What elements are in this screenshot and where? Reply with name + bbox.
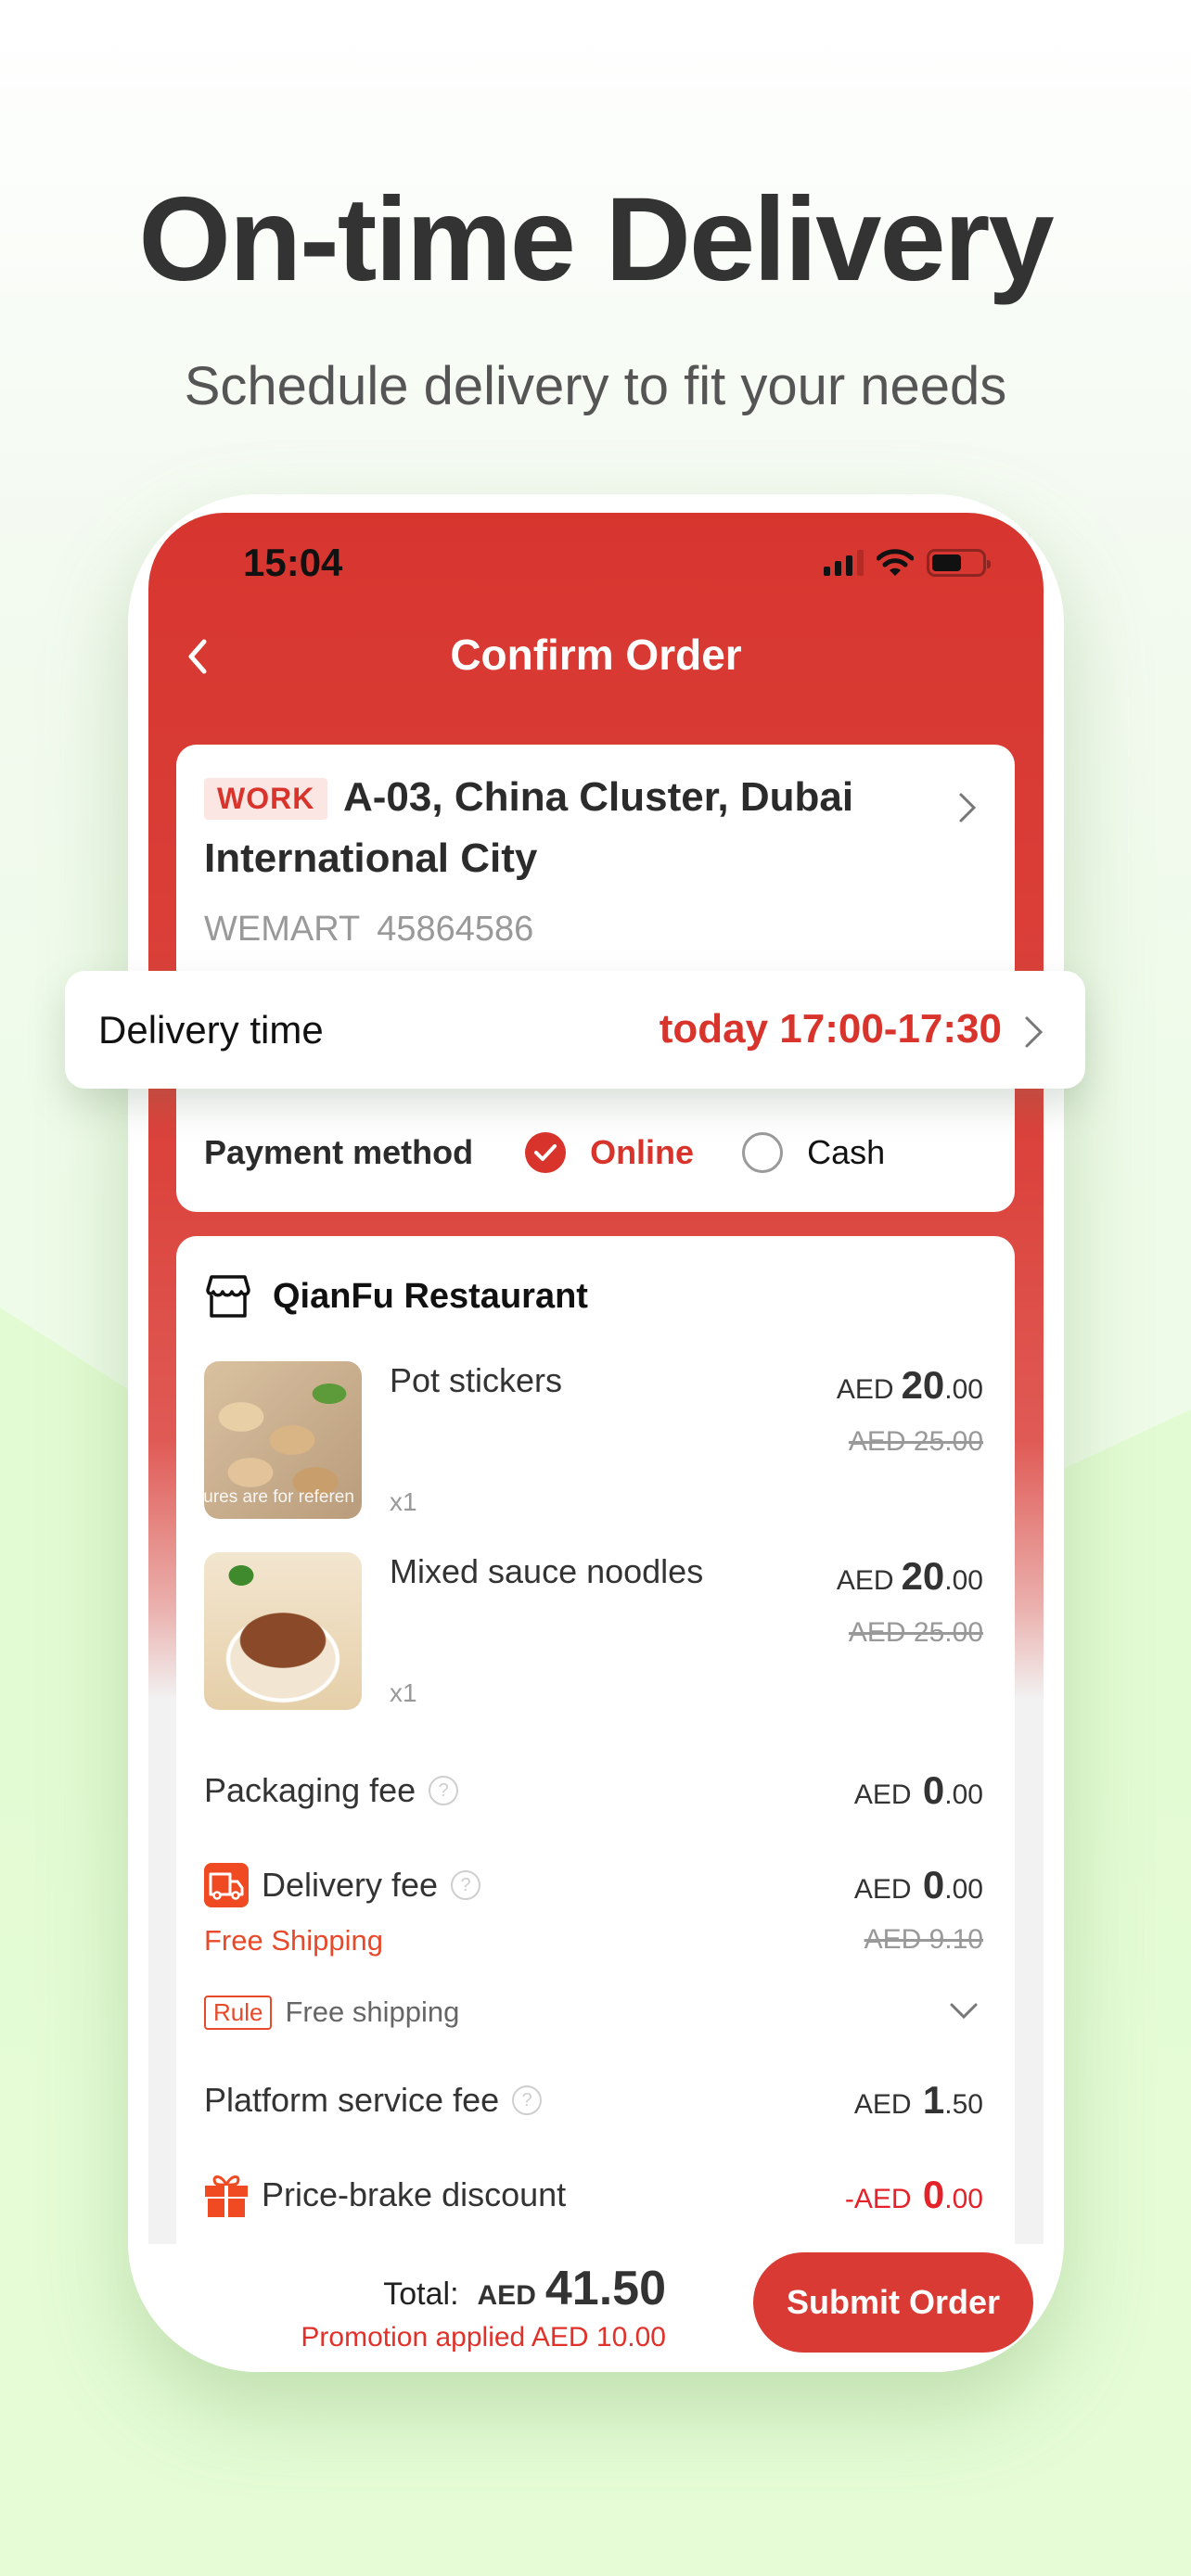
hero-title: On-time Delivery <box>138 173 1054 306</box>
item-price: AED 20.00 <box>836 1363 983 1407</box>
payment-method-row: Payment method Online Cash <box>204 1125 987 1180</box>
packaging-fee-value: AED 0.00 <box>853 1768 983 1812</box>
discount-value: -AED 0.00 <box>844 2173 983 2216</box>
payment-method-label: Payment method <box>204 1133 474 1171</box>
page-title: Confirm Order <box>450 631 742 679</box>
radio-online-checked[interactable] <box>525 1132 567 1173</box>
delivery-time-value: today 17:00-17:30 <box>659 1006 1002 1052</box>
delivery-fee-value: AED 0.00 <box>853 1863 983 1906</box>
packaging-fee-label: Packaging fee <box>204 1771 416 1809</box>
address-line1: A-03, China Cluster, Dubai <box>343 774 854 820</box>
order-total: Total: AED 41.50 <box>383 2261 666 2316</box>
contact-phone: 45864586 <box>377 910 534 949</box>
payment-option-cash[interactable]: Cash <box>807 1133 885 1172</box>
platform-fee-row: Platform service fee ? AED 1.50 <box>204 2072 983 2128</box>
checkout-bar: Total: AED 41.50 Promotion applied AED 1… <box>148 2244 1044 2372</box>
chevron-down-icon[interactable] <box>948 1999 980 2021</box>
contact-name: WEMART <box>204 910 361 949</box>
rule-row[interactable]: Rule Free shipping <box>204 1992 983 2033</box>
battery-icon <box>927 549 991 577</box>
delivery-truck-icon <box>204 1863 249 1907</box>
delivery-fee-label: Delivery fee <box>262 1866 439 1904</box>
help-icon[interactable]: ? <box>429 1776 459 1805</box>
payment-option-online[interactable]: Online <box>590 1133 694 1172</box>
noodles-image <box>204 1552 362 1710</box>
status-icons <box>824 546 991 580</box>
store-icon <box>206 1275 250 1318</box>
delivery-time-label: Delivery time <box>98 1008 324 1052</box>
platform-fee-value: AED 1.50 <box>853 2078 983 2122</box>
checkmark-icon <box>534 1144 557 1161</box>
rule-tag: Rule <box>204 1995 273 2030</box>
address-line2: International City <box>204 835 538 881</box>
order-item: Mixed sauce noodles x1 AED 20.00 AED 25.0… <box>204 1552 983 1712</box>
item-name: Pot stickers <box>390 1361 563 1399</box>
help-icon[interactable]: ? <box>512 2085 543 2115</box>
promotion-applied: Promotion applied AED 10.00 <box>301 2322 666 2353</box>
restaurant-card: QianFu Restaurant tures are for referen … <box>176 1236 1015 2275</box>
delivery-fee-row: Delivery fee ? AED 0.00 <box>204 1857 983 1913</box>
item-quantity: x1 <box>390 1678 417 1707</box>
radio-cash[interactable] <box>742 1132 784 1173</box>
delivery-time-row[interactable]: Delivery time today 17:00-17:30 <box>65 971 1085 1089</box>
submit-order-button[interactable]: Submit Order <box>753 2252 1033 2353</box>
platform-fee-label: Platform service fee <box>204 2081 500 2119</box>
chevron-right-icon <box>1025 1016 1044 1048</box>
gift-icon <box>205 2175 248 2217</box>
hero-subtitle: Schedule delivery to fit your needs <box>184 356 1007 416</box>
discount-row: Price-brake discount -AED 0.00 <box>204 2167 983 2223</box>
phone-frame: 15:04 Confirm Order WORK A-03, China Clu… <box>128 494 1064 2372</box>
app-screen: 15:04 Confirm Order WORK A-03, China Clu… <box>148 513 1044 2275</box>
status-time: 15:04 <box>243 541 343 584</box>
item-original-price: AED 25.00 <box>848 1426 983 1457</box>
item-original-price: AED 25.00 <box>848 1617 983 1648</box>
chevron-right-icon <box>959 793 977 823</box>
pot-stickers-image: tures are for referen <box>204 1361 362 1519</box>
rule-text: Free shipping <box>285 1996 460 2028</box>
help-icon[interactable]: ? <box>451 1870 481 1900</box>
item-price: AED 20.00 <box>836 1554 983 1598</box>
restaurant-header: QianFu Restaurant <box>204 1273 588 1320</box>
wifi-icon <box>877 549 914 576</box>
discount-label: Price-brake discount <box>262 2175 567 2213</box>
address-contact: WEMART 45864586 <box>204 910 550 950</box>
cellular-signal-icon <box>824 550 864 576</box>
delivery-fee-original: AED 9.10 <box>864 1924 983 1955</box>
item-name: Mixed sauce noodles <box>390 1552 704 1590</box>
address-tag: WORK <box>204 778 328 820</box>
item-quantity: x1 <box>390 1487 417 1516</box>
image-caption: tures are for referen <box>204 1487 354 1507</box>
order-item: tures are for referen Pot stickers x1 AE… <box>204 1361 983 1521</box>
total-value: 41.50 <box>544 2262 666 2315</box>
total-currency: AED <box>477 2280 536 2311</box>
free-shipping-label: Free Shipping <box>204 1924 384 1957</box>
restaurant-name: QianFu Restaurant <box>273 1276 588 1316</box>
total-label: Total: <box>383 2276 459 2312</box>
packaging-fee-row: Packaging fee ? AED 0.00 <box>204 1763 983 1818</box>
